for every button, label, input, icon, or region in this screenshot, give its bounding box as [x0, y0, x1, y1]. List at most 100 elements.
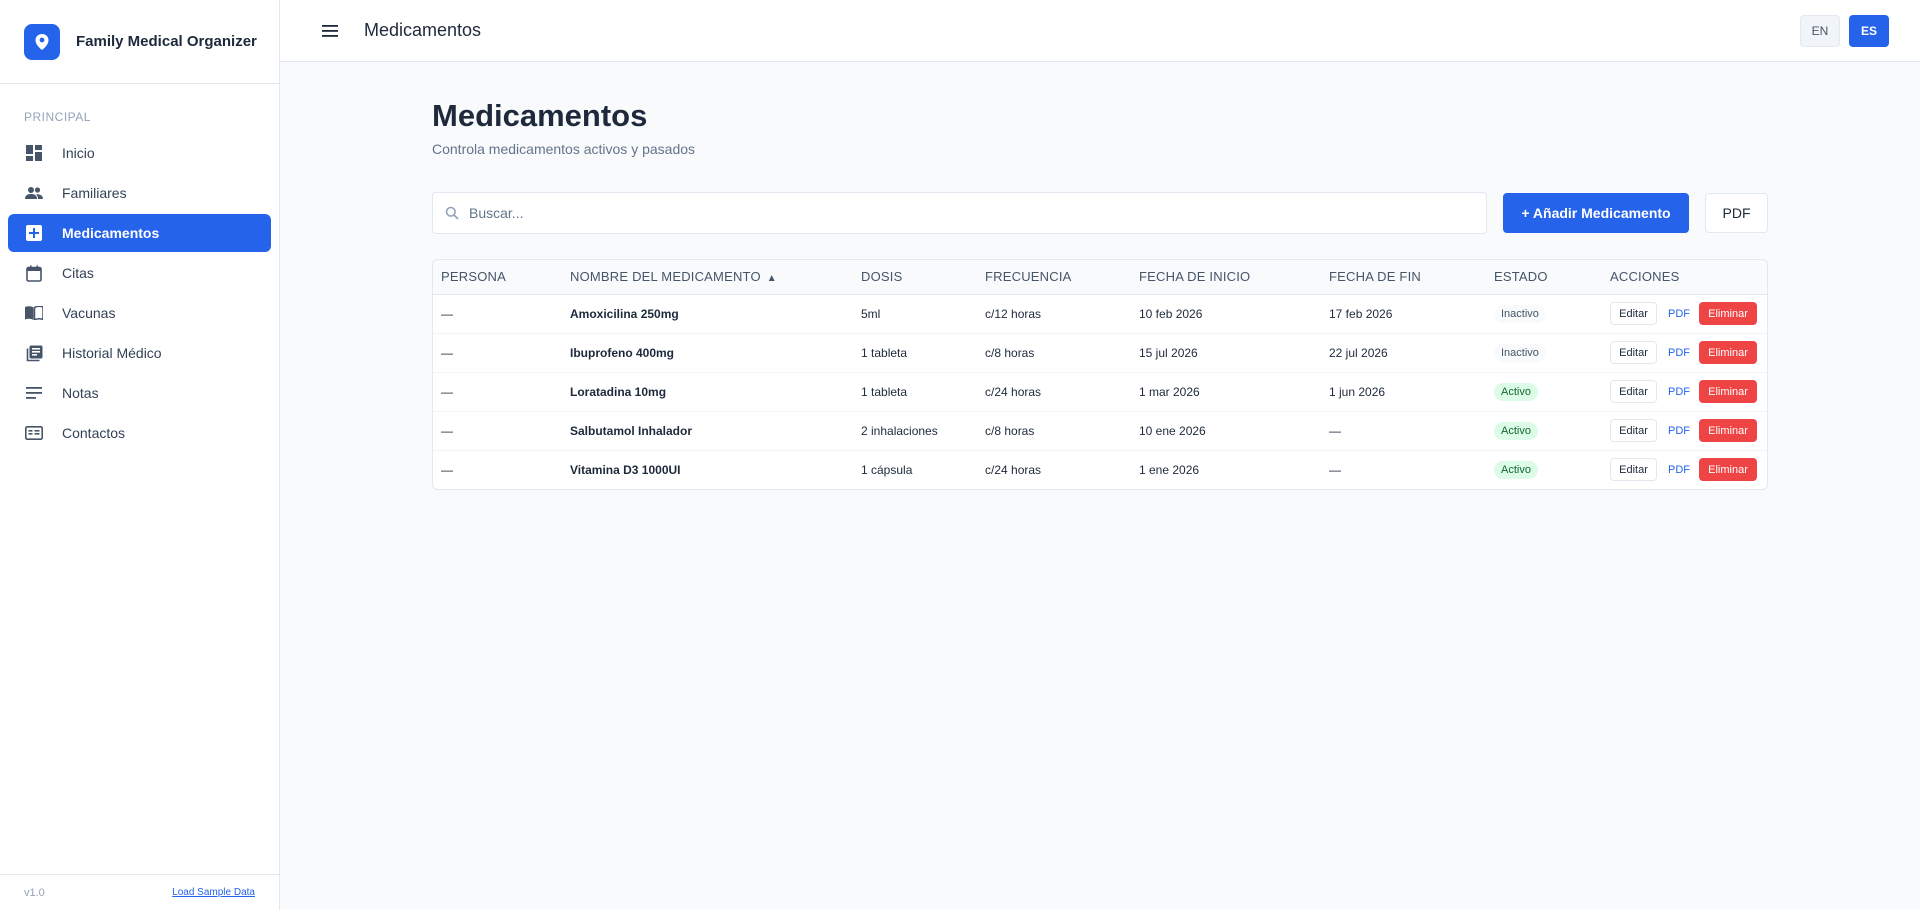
sidebar-item-vacunas[interactable]: Vacunas [8, 294, 271, 332]
lang-es-button[interactable]: ES [1849, 15, 1889, 47]
search-icon [445, 206, 459, 220]
column-header-estado[interactable]: ESTADO [1486, 260, 1602, 295]
row-pdf-button[interactable]: PDF [1667, 464, 1691, 476]
cell-medication-name: Ibuprofeno 400mg [562, 333, 853, 373]
export-pdf-button[interactable]: PDF [1705, 193, 1768, 233]
delete-button[interactable]: Eliminar [1699, 419, 1757, 442]
search-input[interactable] [469, 205, 1369, 221]
delete-button[interactable]: Eliminar [1699, 380, 1757, 403]
cell-status: Inactivo [1486, 333, 1602, 373]
medical-plus-icon [24, 223, 44, 243]
column-header-fecha-fin[interactable]: FECHA DE FIN [1321, 260, 1486, 295]
cell-persona: — [433, 411, 562, 451]
row-pdf-button[interactable]: PDF [1667, 386, 1691, 398]
page-title: Medicamentos [432, 98, 648, 133]
table-header-row: PERSONA NOMBRE DEL MEDICAMENTO ▲ DOSIS FR… [433, 260, 1767, 295]
status-badge: Activo [1494, 460, 1538, 479]
app-name: Family Medical Organizer [76, 33, 257, 50]
column-header-nombre[interactable]: NOMBRE DEL MEDICAMENTO ▲ [562, 260, 853, 295]
cell-actions: Editar PDF Eliminar [1602, 294, 1767, 334]
nav-section-label: PRINCIPAL [24, 110, 91, 124]
cell-dose: 1 tableta [853, 372, 977, 412]
sidebar-item-label: Historial Médico [62, 345, 162, 361]
table-row: — Amoxicilina 250mg 5ml c/12 horas 10 feb 20… [433, 294, 1767, 334]
sidebar-item-citas[interactable]: Citas [8, 254, 271, 292]
delete-button[interactable]: Eliminar [1699, 458, 1757, 482]
status-badge: Activo [1494, 421, 1538, 440]
sidebar-item-historial-medico[interactable]: Historial Médico [8, 334, 271, 372]
logo-icon [24, 23, 60, 60]
load-sample-data-link[interactable]: Load Sample Data [172, 887, 255, 898]
sidebar-footer: v1.0 Load Sample Data [0, 874, 279, 910]
cell-actions: Editar PDF Eliminar [1602, 333, 1767, 373]
cell-end-date: 1 jun 2026 [1321, 372, 1486, 412]
cell-end-date: 17 feb 2026 [1321, 294, 1486, 334]
cell-frequency: c/24 horas [977, 372, 1131, 412]
row-pdf-button[interactable]: PDF [1667, 425, 1691, 437]
add-medication-button[interactable]: + Añadir Medicamento [1503, 193, 1689, 233]
edit-button[interactable]: Editar [1610, 419, 1657, 442]
lang-en-button[interactable]: EN [1800, 15, 1840, 47]
edit-button[interactable]: Editar [1610, 302, 1657, 325]
sidebar-item-label: Vacunas [62, 305, 116, 321]
status-badge: Inactivo [1494, 343, 1546, 362]
edit-button[interactable]: Editar [1610, 380, 1657, 403]
column-header-fecha-inicio[interactable]: FECHA DE INICIO [1131, 260, 1321, 295]
cell-medication-name: Amoxicilina 250mg [562, 294, 853, 334]
contacts-icon [24, 423, 44, 443]
delete-button[interactable]: Eliminar [1699, 302, 1757, 325]
cell-end-date: — [1321, 411, 1486, 451]
cell-actions: Editar PDF Eliminar [1602, 372, 1767, 412]
sidebar-item-label: Notas [62, 385, 99, 401]
history-icon [24, 343, 44, 363]
column-header-label: NOMBRE DEL MEDICAMENTO [570, 269, 761, 285]
column-header-dosis[interactable]: DOSIS [853, 260, 977, 295]
cell-actions: Editar PDF Eliminar [1602, 450, 1767, 489]
cell-status: Activo [1486, 411, 1602, 451]
search-box [432, 192, 1487, 234]
calendar-icon [24, 263, 44, 283]
row-pdf-button[interactable]: PDF [1667, 308, 1691, 320]
table-row: — Loratadina 10mg 1 tableta c/24 horas 1 mar… [433, 372, 1767, 412]
column-header-persona[interactable]: PERSONA [433, 260, 562, 295]
table-row: — Ibuprofeno 400mg 1 tableta c/8 horas 15 ju… [433, 333, 1767, 373]
table-row: — Vitamina D3 1000UI 1 cápsula c/24 horas 1 … [433, 450, 1767, 489]
edit-button[interactable]: Editar [1610, 458, 1657, 482]
cell-medication-name: Vitamina D3 1000UI [570, 462, 681, 477]
cell-start-date: 10 ene 2026 [1131, 411, 1321, 451]
cell-dose: 1 tableta [853, 333, 977, 373]
cell-persona: — [433, 372, 562, 412]
cell-medication-name: Loratadina 10mg [562, 372, 853, 412]
top-header: Medicamentos EN ES [280, 0, 1920, 62]
dashboard-icon [24, 143, 44, 163]
column-header-frecuencia[interactable]: FRECUENCIA [977, 260, 1131, 295]
delete-button[interactable]: Eliminar [1699, 341, 1757, 364]
page-subtitle: Controla medicamentos activos y pasados [432, 141, 696, 157]
cell-frequency: c/12 horas [977, 294, 1131, 334]
header-title: Medicamentos [364, 20, 482, 40]
sidebar-item-contactos[interactable]: Contactos [8, 414, 271, 452]
version-label: v1.0 [24, 886, 45, 899]
cell-end-date: — [1329, 462, 1341, 477]
cell-medication-name: Salbutamol Inhalador [562, 411, 853, 451]
sidebar-item-inicio[interactable]: Inicio [8, 134, 271, 172]
sidebar-item-label: Inicio [62, 145, 95, 161]
sidebar-item-label: Citas [62, 265, 94, 281]
row-pdf-button[interactable]: PDF [1667, 347, 1691, 359]
sidebar-item-medicamentos[interactable]: Medicamentos [8, 214, 271, 252]
sidebar-item-label: Familiares [62, 185, 127, 201]
cell-persona: — [441, 462, 453, 477]
sidebar-item-familiares[interactable]: Familiares [8, 174, 271, 212]
cell-start-date: 10 feb 2026 [1131, 294, 1321, 334]
sidebar: Family Medical Organizer PRINCIPAL Inici… [0, 0, 280, 910]
cell-status: Inactivo [1486, 294, 1602, 334]
sidebar-item-label: Contactos [62, 425, 126, 441]
column-header-acciones: ACCIONES [1602, 260, 1767, 295]
sidebar-item-notas[interactable]: Notas [8, 374, 271, 412]
menu-toggle-button[interactable] [320, 21, 340, 41]
edit-button[interactable]: Editar [1610, 341, 1657, 364]
cell-start-date: 15 jul 2026 [1131, 333, 1321, 373]
status-badge: Inactivo [1494, 304, 1546, 323]
cell-status: Activo [1486, 450, 1602, 489]
cell-start-date: 1 mar 2026 [1131, 372, 1321, 412]
